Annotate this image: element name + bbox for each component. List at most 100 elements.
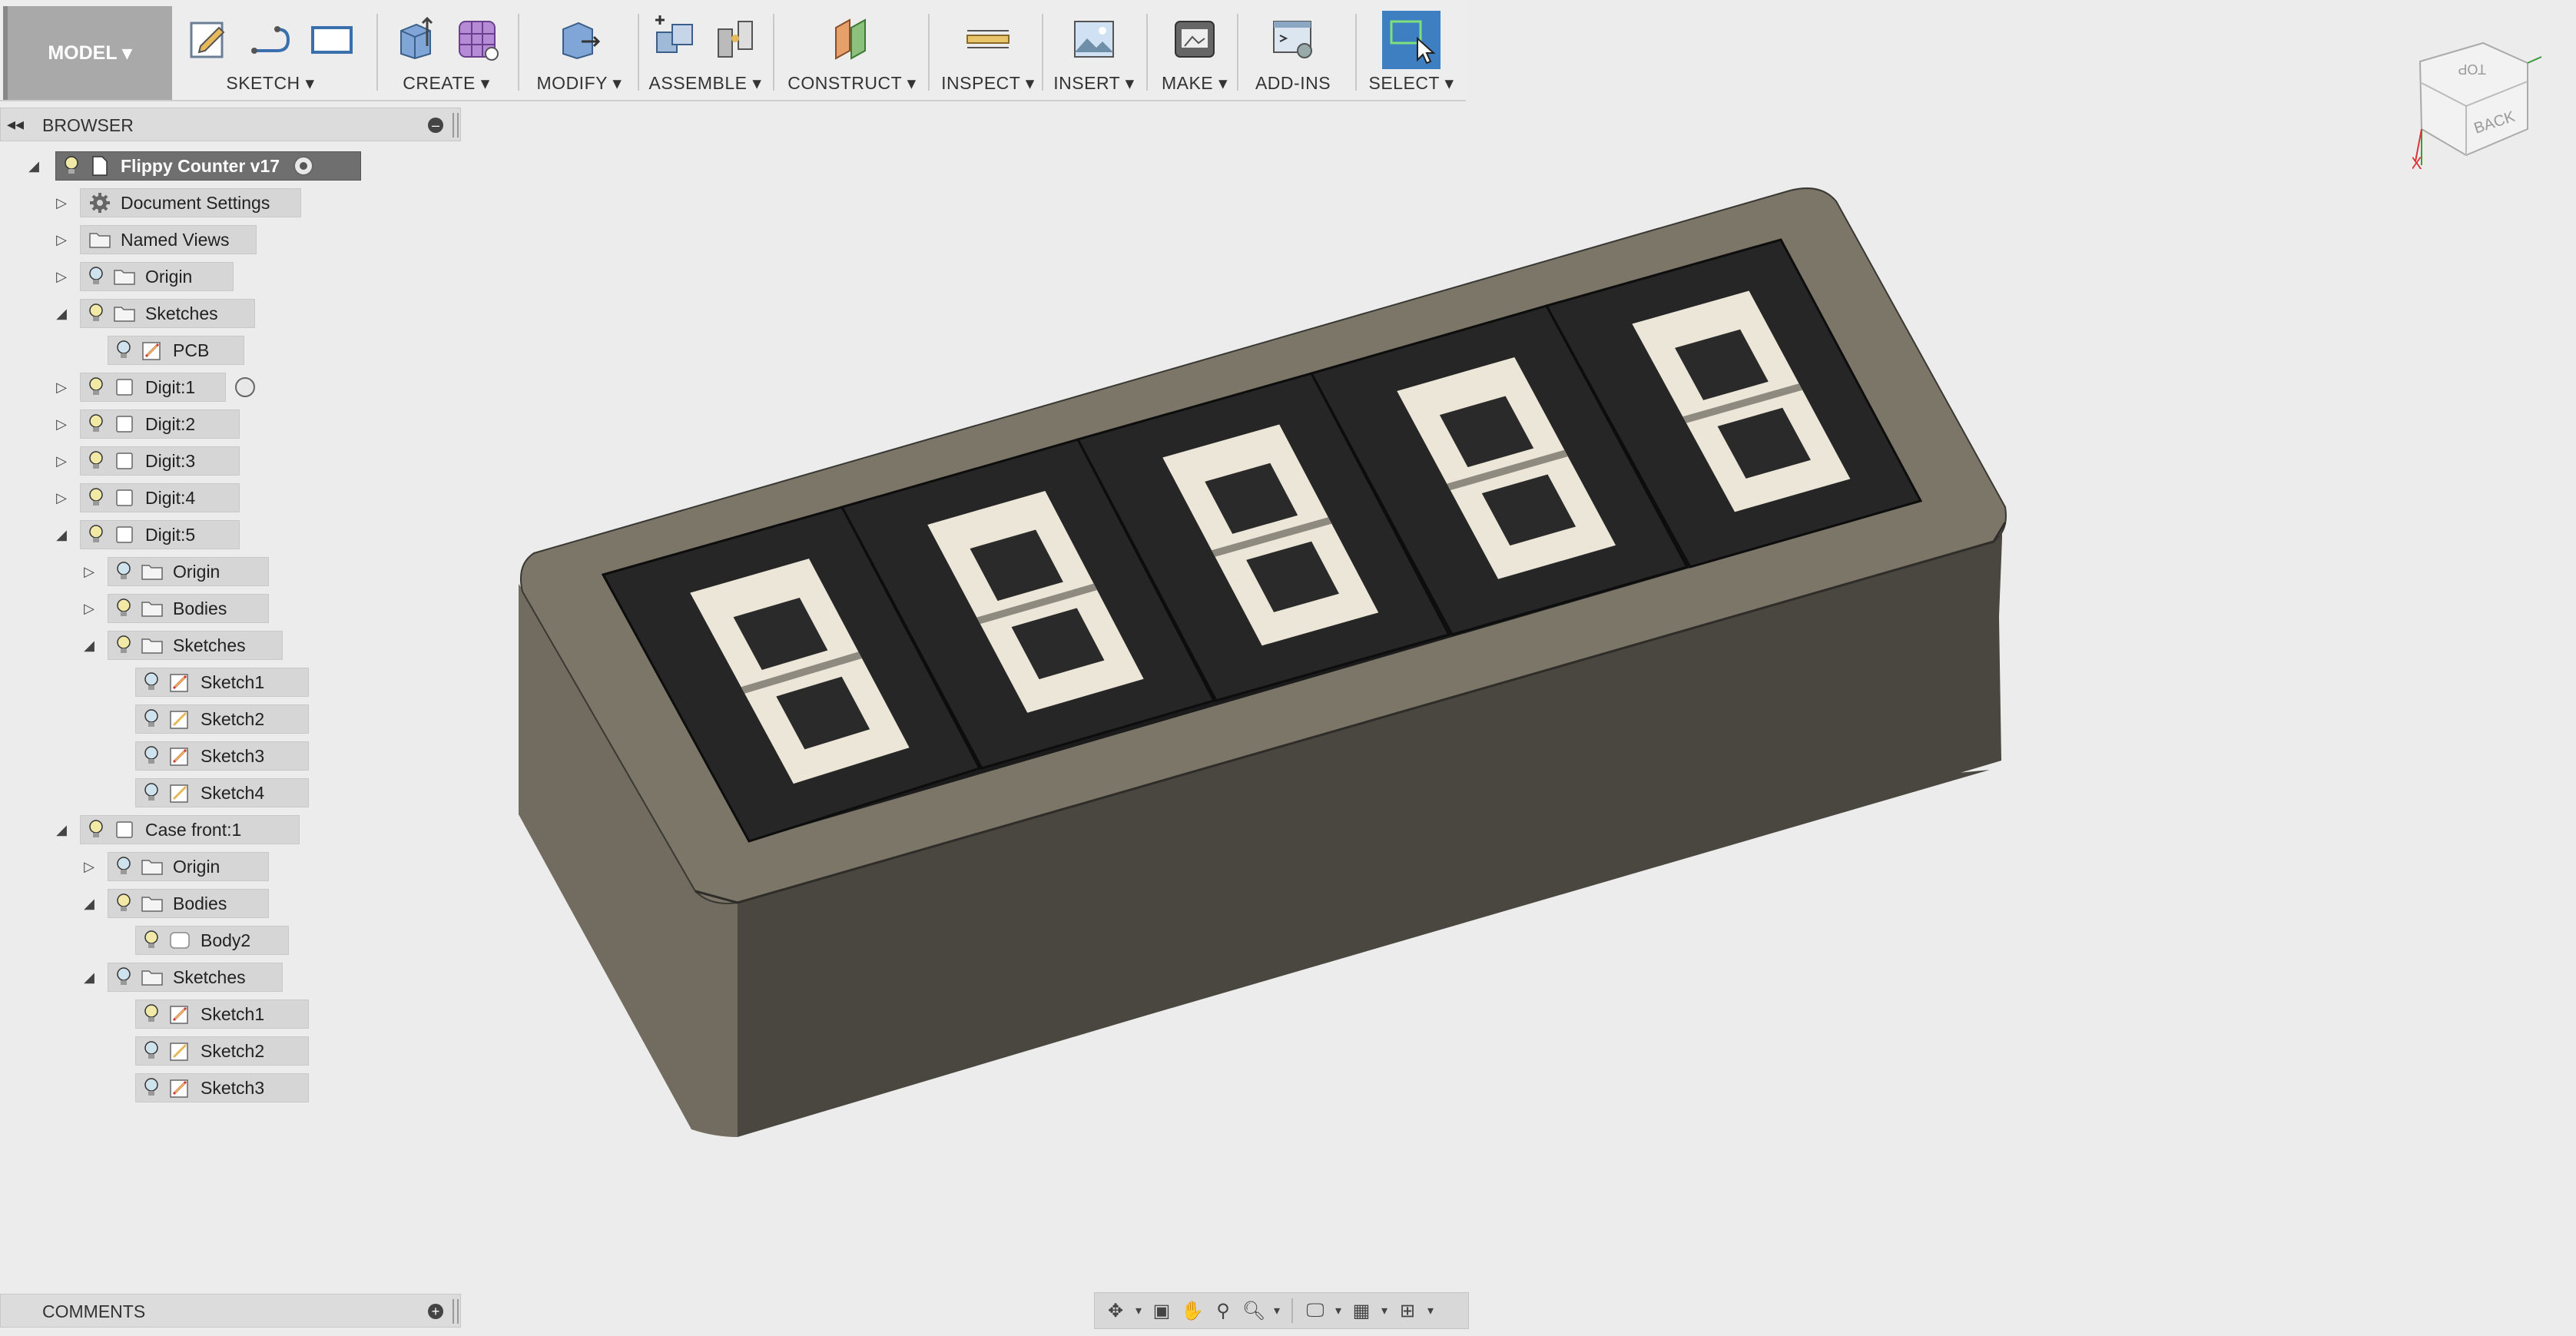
visibility-bulb-icon[interactable] bbox=[142, 1039, 161, 1063]
tree-item[interactable]: Sketches bbox=[108, 963, 283, 992]
pan-hand-icon[interactable]: ✋ bbox=[1179, 1298, 1205, 1324]
rectangle-icon[interactable] bbox=[308, 15, 356, 63]
workspace-switcher[interactable]: MODEL ▾ bbox=[3, 6, 172, 100]
visibility-bulb-icon[interactable] bbox=[114, 634, 133, 657]
tree-item[interactable]: Sketch3 bbox=[135, 741, 309, 771]
create-sketch-icon[interactable] bbox=[185, 15, 233, 63]
activate-radio[interactable] bbox=[293, 156, 314, 176]
visibility-bulb-icon[interactable] bbox=[142, 708, 161, 731]
tree-item[interactable]: Bodies bbox=[108, 594, 269, 623]
visibility-bulb-icon[interactable] bbox=[87, 523, 105, 546]
collapsed-triangle-icon[interactable]: ▷ bbox=[81, 859, 97, 874]
toolbar-group-insert[interactable]: INSERT ▾ bbox=[1048, 6, 1140, 100]
activate-radio[interactable] bbox=[235, 377, 255, 397]
tree-item[interactable]: Origin bbox=[108, 557, 269, 586]
toolbar-group-modify[interactable]: MODIFY ▾ bbox=[525, 6, 633, 100]
dropdown-arrow-icon[interactable]: ▾ bbox=[1333, 1298, 1344, 1324]
orbit-icon[interactable]: ✥ bbox=[1102, 1298, 1129, 1324]
tree-root-item[interactable]: Flippy Counter v17 bbox=[55, 151, 361, 181]
expanded-triangle-icon[interactable]: ◢ bbox=[81, 970, 97, 985]
tree-item[interactable]: Body2 bbox=[135, 926, 289, 955]
dropdown-arrow-icon[interactable]: ▾ bbox=[1271, 1298, 1282, 1324]
look-at-icon[interactable]: ▣ bbox=[1149, 1298, 1175, 1324]
tree-item[interactable]: Digit:1 bbox=[80, 373, 226, 402]
viewports-icon[interactable]: ⊞ bbox=[1394, 1298, 1421, 1324]
collapsed-triangle-icon[interactable]: ▷ bbox=[54, 380, 69, 395]
tree-item[interactable]: Named Views bbox=[80, 225, 257, 254]
insert-image-icon[interactable] bbox=[1070, 15, 1118, 63]
extrude-icon[interactable] bbox=[392, 15, 439, 63]
tree-item[interactable]: Sketches bbox=[80, 299, 255, 328]
visibility-bulb-icon[interactable] bbox=[87, 413, 105, 436]
expanded-triangle-icon[interactable]: ◢ bbox=[54, 527, 69, 542]
add-comment-icon[interactable]: + bbox=[428, 1304, 443, 1319]
visibility-bulb-icon[interactable] bbox=[114, 855, 133, 878]
visibility-bulb-icon[interactable] bbox=[87, 265, 105, 288]
visibility-bulb-icon[interactable] bbox=[114, 966, 133, 989]
visibility-bulb-icon[interactable] bbox=[142, 1076, 161, 1099]
visibility-bulb-icon[interactable] bbox=[87, 449, 105, 472]
toolbar-group-assemble[interactable]: ASSEMBLE ▾ bbox=[644, 6, 767, 100]
tree-item[interactable]: Digit:2 bbox=[80, 409, 240, 439]
tree-item[interactable]: PCB bbox=[108, 336, 244, 365]
display-settings-icon[interactable]: 🖵︎ bbox=[1302, 1298, 1328, 1324]
collapsed-triangle-icon[interactable]: ▷ bbox=[54, 416, 69, 432]
visibility-bulb-icon[interactable] bbox=[87, 818, 105, 841]
visibility-bulb-icon[interactable] bbox=[87, 486, 105, 509]
fit-icon[interactable]: 🔍︎ bbox=[1241, 1298, 1267, 1324]
tree-item[interactable]: Sketch4 bbox=[135, 778, 309, 807]
dropdown-arrow-icon[interactable]: ▾ bbox=[1133, 1298, 1144, 1324]
minimize-browser-icon[interactable]: – bbox=[428, 118, 443, 133]
view-cube[interactable]: TOP BACK X bbox=[2412, 38, 2566, 177]
joint-icon[interactable] bbox=[712, 15, 760, 63]
expanded-triangle-icon[interactable]: ◢ bbox=[54, 822, 69, 837]
press-pull-icon[interactable] bbox=[555, 15, 603, 63]
expanded-triangle-icon[interactable]: ◢ bbox=[81, 896, 97, 911]
collapse-panel-icon[interactable]: ◂◂ bbox=[7, 114, 24, 134]
visibility-bulb-icon[interactable] bbox=[142, 671, 161, 694]
toolbar-group-add-ins[interactable]: ADD-INS bbox=[1243, 6, 1343, 100]
new-component-icon[interactable] bbox=[651, 15, 698, 63]
tree-item[interactable]: Sketch1 bbox=[135, 668, 309, 697]
tree-item[interactable]: Document Settings bbox=[80, 188, 301, 217]
line-icon[interactable] bbox=[247, 15, 294, 63]
tree-item[interactable]: Sketch3 bbox=[135, 1073, 309, 1102]
collapsed-triangle-icon[interactable]: ▷ bbox=[81, 564, 97, 579]
tree-item[interactable]: Case front:1 bbox=[80, 815, 300, 844]
expanded-triangle-icon[interactable]: ◢ bbox=[26, 158, 41, 174]
tree-item[interactable]: Digit:4 bbox=[80, 483, 240, 512]
visibility-bulb-icon[interactable] bbox=[62, 154, 81, 177]
visibility-bulb-icon[interactable] bbox=[114, 597, 133, 620]
toolbar-group-sketch[interactable]: SKETCH ▾ bbox=[178, 6, 363, 100]
visibility-bulb-icon[interactable] bbox=[142, 929, 161, 952]
tree-item[interactable]: Digit:5 bbox=[80, 520, 240, 549]
offset-plane-icon[interactable] bbox=[828, 15, 876, 63]
select-icon[interactable] bbox=[1382, 11, 1441, 69]
toolbar-group-construct[interactable]: CONSTRUCT ▾ bbox=[779, 6, 925, 100]
zoom-icon[interactable]: ⚲ bbox=[1210, 1298, 1236, 1324]
collapsed-triangle-icon[interactable]: ▷ bbox=[54, 453, 69, 469]
collapsed-triangle-icon[interactable]: ▷ bbox=[54, 195, 69, 211]
dropdown-arrow-icon[interactable]: ▾ bbox=[1425, 1298, 1436, 1324]
tree-item[interactable]: Origin bbox=[80, 262, 234, 291]
expanded-triangle-icon[interactable]: ◢ bbox=[54, 306, 69, 321]
toolbar-group-make[interactable]: MAKE ▾ bbox=[1152, 6, 1237, 100]
3d-print-icon[interactable] bbox=[1171, 15, 1218, 63]
tree-item[interactable]: Sketch1 bbox=[135, 1000, 309, 1029]
toolbar-group-select[interactable]: SELECT ▾ bbox=[1361, 6, 1461, 100]
visibility-bulb-icon[interactable] bbox=[142, 744, 161, 767]
tree-item[interactable]: Digit:3 bbox=[80, 446, 240, 476]
toolbar-group-create[interactable]: CREATE ▾ bbox=[383, 6, 510, 100]
scripts-icon[interactable] bbox=[1269, 15, 1317, 63]
tree-item[interactable]: Sketches bbox=[108, 631, 283, 660]
collapsed-triangle-icon[interactable]: ▷ bbox=[54, 232, 69, 247]
grid-settings-icon[interactable]: ▦ bbox=[1348, 1298, 1374, 1324]
dropdown-arrow-icon[interactable]: ▾ bbox=[1379, 1298, 1390, 1324]
tree-item[interactable]: Sketch2 bbox=[135, 704, 309, 734]
collapsed-triangle-icon[interactable]: ▷ bbox=[81, 601, 97, 616]
form-icon[interactable] bbox=[453, 15, 501, 63]
expanded-triangle-icon[interactable]: ◢ bbox=[81, 638, 97, 653]
visibility-bulb-icon[interactable] bbox=[114, 892, 133, 915]
visibility-bulb-icon[interactable] bbox=[87, 376, 105, 399]
toolbar-group-inspect[interactable]: INSPECT ▾ bbox=[934, 6, 1042, 100]
